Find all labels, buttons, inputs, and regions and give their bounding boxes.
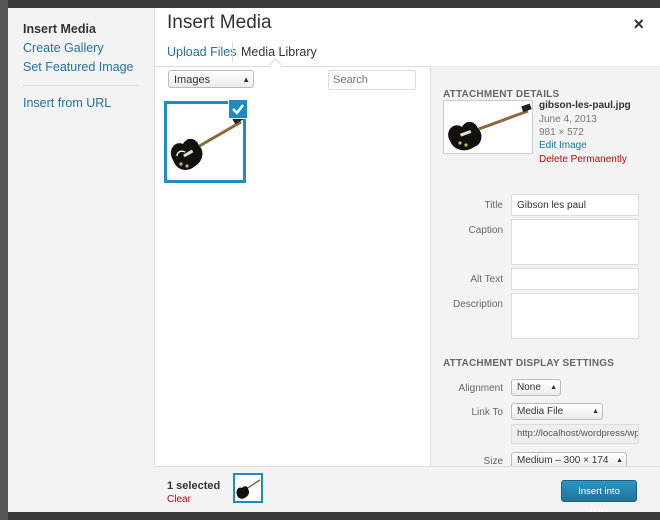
edit-image-link[interactable]: Edit Image bbox=[539, 140, 587, 151]
media-search-input[interactable] bbox=[328, 70, 416, 90]
close-icon[interactable]: × bbox=[633, 14, 644, 35]
description-label: Description bbox=[452, 299, 503, 310]
insert-media-modal: Insert Media Create Gallery Set Featured… bbox=[8, 8, 660, 512]
page-backdrop bbox=[0, 0, 8, 520]
media-filter-select[interactable]: Images ▲ bbox=[168, 70, 254, 88]
insert-into-post-button[interactable]: Insert into post bbox=[561, 480, 637, 512]
link-to-label: Link To bbox=[471, 407, 503, 418]
selection-count: 1 selected bbox=[167, 480, 221, 492]
checkmark-icon bbox=[232, 104, 244, 115]
select-arrows-icon: ▲ bbox=[242, 75, 250, 84]
alignment-value: None bbox=[517, 382, 541, 393]
title-field[interactable] bbox=[511, 194, 639, 216]
menu-item-set-featured-image[interactable]: Set Featured Image bbox=[8, 58, 154, 77]
alignment-select[interactable]: None ▲ bbox=[511, 379, 561, 396]
menu-item-insert-media[interactable]: Insert Media bbox=[8, 20, 154, 39]
attachment-details-heading: ATTACHMENT DETAILS bbox=[443, 89, 560, 100]
attachment-date: June 4, 2013 bbox=[539, 114, 597, 125]
selected-check-icon[interactable] bbox=[228, 99, 248, 119]
description-field[interactable] bbox=[511, 293, 639, 339]
select-arrows-icon: ▲ bbox=[592, 408, 599, 415]
media-frame-menu: Insert Media Create Gallery Set Featured… bbox=[8, 8, 155, 512]
delete-permanently-link[interactable]: Delete Permanently bbox=[539, 154, 627, 165]
link-to-value: Media File bbox=[517, 406, 564, 417]
attachment-dimensions: 981 × 572 bbox=[539, 127, 584, 138]
size-value: Medium – 300 × 174 bbox=[517, 455, 609, 466]
guitar-mini-image bbox=[236, 479, 261, 499]
select-arrows-icon: ▲ bbox=[550, 384, 557, 391]
menu-item-create-gallery[interactable]: Create Gallery bbox=[8, 39, 154, 58]
media-filter-value: Images bbox=[174, 74, 211, 86]
media-router: Upload Files Media Library bbox=[154, 38, 660, 71]
link-to-select[interactable]: Media File ▲ bbox=[511, 403, 603, 420]
attachment-thumbnail[interactable] bbox=[164, 99, 248, 183]
title-label: Title bbox=[484, 200, 503, 211]
caption-field[interactable] bbox=[511, 219, 639, 265]
clear-selection-link[interactable]: Clear bbox=[167, 494, 191, 505]
menu-separator bbox=[23, 85, 139, 86]
menu-item-insert-from-url[interactable]: Insert from URL bbox=[8, 94, 154, 113]
frame-title: Insert Media bbox=[167, 12, 272, 33]
link-url-field[interactable]: http://localhost/wordpress/wp bbox=[511, 424, 639, 444]
tab-media-library[interactable]: Media Library bbox=[232, 42, 325, 62]
caption-label: Caption bbox=[468, 225, 503, 236]
alt-text-field[interactable] bbox=[511, 268, 639, 290]
guitar-preview-image bbox=[448, 103, 532, 151]
selection-thumbnail[interactable] bbox=[233, 473, 263, 503]
attachment-sidebar: ATTACHMENT DETAILS gibson-les-paul.jpg J… bbox=[430, 66, 660, 469]
alt-text-label: Alt Text bbox=[470, 274, 503, 285]
attachment-filename: gibson-les-paul.jpg bbox=[539, 100, 631, 111]
attachment-preview bbox=[443, 100, 533, 154]
alignment-label: Alignment bbox=[458, 383, 503, 394]
display-settings-heading: ATTACHMENT DISPLAY SETTINGS bbox=[443, 358, 615, 369]
